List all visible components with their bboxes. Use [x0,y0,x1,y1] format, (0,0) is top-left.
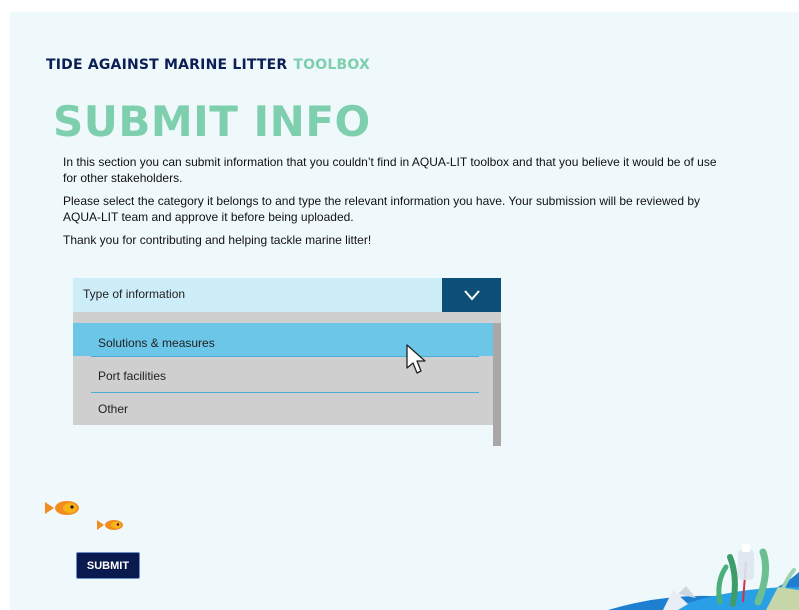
intro-paragraph-1: In this section you can submit informati… [63,155,717,185]
chevron-down-icon [463,290,480,301]
page-background: TIDE AGAINST MARINE LITTER TOOLBOX SUBMIT… [10,12,799,610]
submit-button[interactable]: SUBMIT [76,552,140,579]
dropdown-divider-band [73,312,501,323]
fish-icon [97,520,123,530]
dropdown-options-list: Solutions & measures Port facilities Oth… [73,323,493,425]
dropdown-toggle-button[interactable] [442,278,501,312]
intro-text: In this section you can submit informati… [63,154,733,255]
brand-toolbox: TOOLBOX [293,57,370,73]
option-solutions-measures[interactable]: Solutions & measures [73,323,493,356]
dropdown-scrollbar[interactable] [493,323,501,446]
brand-name: TIDE AGAINST MARINE LITTER [46,57,288,73]
option-other[interactable]: Other [73,389,493,422]
intro-paragraph-2: Please select the category it belongs to… [63,194,701,224]
seaweed-decoration [608,544,799,610]
dropdown-header[interactable]: Type of information [73,278,442,312]
mouse-pointer-icon [406,344,426,374]
option-port-facilities[interactable]: Port facilities [73,356,493,389]
fish-icon [45,501,79,515]
brand-header: TIDE AGAINST MARINE LITTER TOOLBOX [46,57,370,73]
intro-paragraph-3: Thank you for contributing and helping t… [63,233,372,247]
type-of-information-dropdown[interactable]: Type of information Solutions & measures… [73,278,501,446]
page-title: SUBMIT INFO [53,97,371,146]
